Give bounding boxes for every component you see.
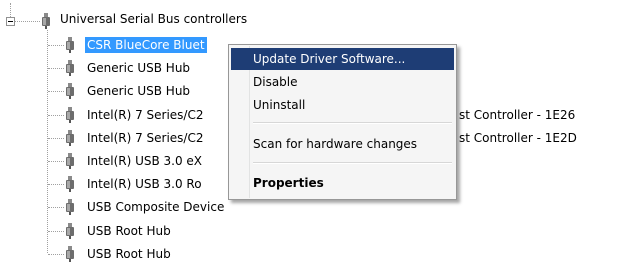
tree-connector <box>48 45 64 46</box>
tree-connector <box>48 91 64 92</box>
tree-connector <box>48 231 64 232</box>
menu-separator <box>253 162 452 164</box>
tree-branch-line <box>47 30 48 253</box>
tree-connector <box>48 254 64 255</box>
minus-box-icon <box>8 21 13 22</box>
tree-connector <box>48 68 64 69</box>
device-item-label[interactable]: CSR BlueCore Bluet <box>85 37 207 53</box>
tree-category-connector <box>15 21 40 22</box>
tree-connector <box>48 161 64 162</box>
device-item-label[interactable]: USB Composite Device <box>85 199 226 215</box>
usb-plug-icon <box>66 83 74 99</box>
device-item-label[interactable]: Generic USB Hub <box>85 83 192 99</box>
usb-plug-icon <box>66 176 74 192</box>
menu-item-properties[interactable]: Properties <box>231 172 454 194</box>
usb-plug-icon <box>66 107 74 123</box>
category-label[interactable]: Universal Serial Bus controllers <box>58 11 249 27</box>
device-item-label[interactable]: Intel(R) 7 Series/C2 <box>85 107 206 123</box>
tree-connector <box>48 207 64 208</box>
device-item-label[interactable]: USB Root Hub <box>85 223 173 239</box>
usb-plug-icon <box>66 246 74 262</box>
device-item-label[interactable]: USB Root Hub <box>85 246 173 262</box>
tree-connector <box>48 184 64 185</box>
usb-plug-icon <box>66 223 74 239</box>
usb-plug-icon <box>66 60 74 76</box>
device-label-overflow: st Controller - 1E2D <box>459 131 577 145</box>
tree-connector <box>48 115 64 116</box>
usb-plug-icon <box>66 130 74 146</box>
menu-item-uninstall[interactable]: Uninstall <box>231 94 454 116</box>
tree-root-line <box>10 3 11 17</box>
collapse-expander[interactable] <box>6 17 15 26</box>
usb-plug-icon <box>42 13 50 29</box>
usb-plug-icon <box>66 153 74 169</box>
device-item-label[interactable]: Intel(R) USB 3.0 eX <box>85 153 204 169</box>
menu-item-scan-hardware[interactable]: Scan for hardware changes <box>231 133 454 155</box>
menu-item-disable[interactable]: Disable <box>231 71 454 93</box>
menu-item-update-driver[interactable]: Update Driver Software... <box>231 48 454 70</box>
device-item-label[interactable]: Intel(R) USB 3.0 Ro <box>85 176 204 192</box>
usb-plug-icon <box>66 37 74 53</box>
device-item-label[interactable]: Intel(R) 7 Series/C2 <box>85 130 206 146</box>
usb-plug-icon <box>66 199 74 215</box>
device-label-overflow: st Controller - 1E26 <box>459 108 576 122</box>
menu-separator <box>253 122 452 124</box>
context-menu: Update Driver Software... Disable Uninst… <box>228 44 457 200</box>
device-item-label[interactable]: Generic USB Hub <box>85 60 192 76</box>
tree-connector <box>48 138 64 139</box>
